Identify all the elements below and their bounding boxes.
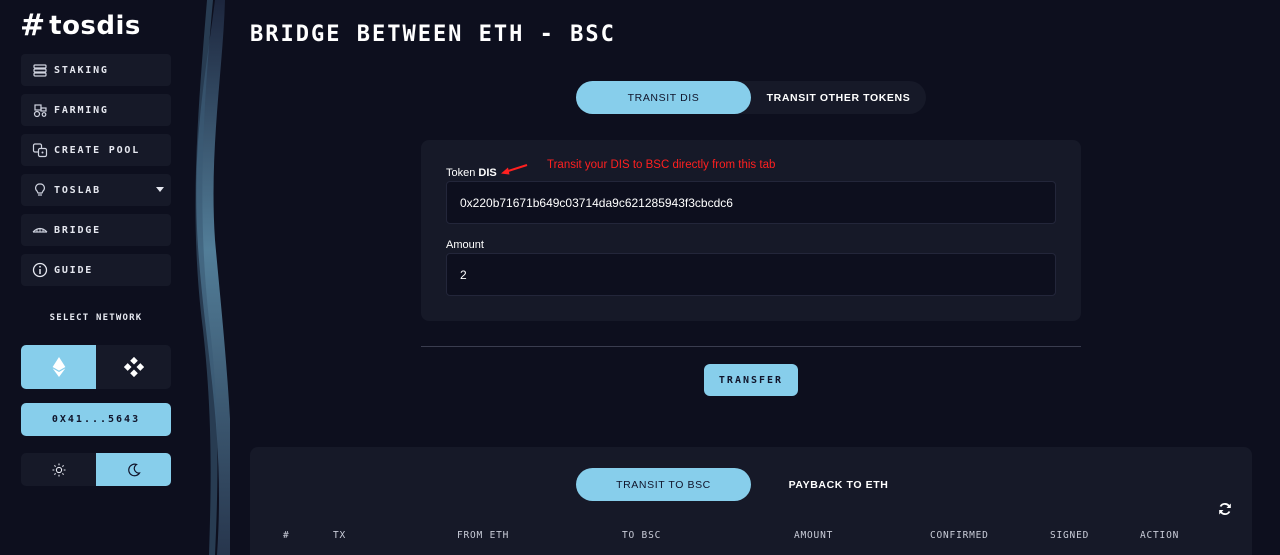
theme-toggle [21, 453, 171, 486]
token-label: Token DIS [446, 167, 497, 179]
chevron-down-icon [156, 187, 164, 192]
info-icon [31, 262, 49, 278]
tab-transit-dis[interactable]: TRANSIT DIS [576, 81, 751, 114]
column-header-confirmed: CONFIRMED [930, 530, 989, 541]
sidebar-item-label: FARMING [54, 104, 109, 116]
bridge-form-card: Token DIS Transit your DIS to BSC direct… [421, 140, 1081, 321]
column-header-amount: AMOUNT [794, 530, 834, 541]
history-tabs: TRANSIT TO BSC PAYBACK TO ETH [576, 468, 926, 501]
sidebar-item-bridge[interactable]: BRIDGE [21, 214, 171, 246]
sidebar-item-label: TOSLAB [54, 184, 101, 196]
sidebar-item-guide[interactable]: GUIDE [21, 254, 171, 286]
dice-icon [31, 142, 49, 158]
transaction-history-card: TRANSIT TO BSC PAYBACK TO ETH # TX FROM … [250, 447, 1252, 555]
column-header-from-eth: FROM ETH [457, 530, 510, 541]
column-header-index: # [283, 530, 290, 541]
sidebar-item-label: GUIDE [54, 264, 94, 276]
coins-icon [31, 62, 49, 78]
sidebar-menu: STAKING FARMING CREATE POOL TOSLAB BRIDG… [21, 54, 171, 294]
bridge-icon [31, 222, 49, 238]
token-label-prefix: Token [446, 167, 479, 179]
binance-icon [123, 357, 144, 377]
amount-label: Amount [446, 239, 484, 251]
network-bsc-button[interactable] [96, 345, 171, 389]
page-title: BRIDGE BETWEEN ETH - BSC [250, 22, 616, 47]
tab-transit-other-tokens[interactable]: TRANSIT OTHER TOKENS [751, 81, 926, 114]
sidebar-item-toslab[interactable]: TOSLAB [21, 174, 171, 206]
sidebar-item-farming[interactable]: FARMING [21, 94, 171, 126]
transfer-button[interactable]: TRANSFER [704, 364, 798, 396]
sidebar-item-create-pool[interactable]: CREATE POOL [21, 134, 171, 166]
token-symbol: DIS [478, 167, 497, 179]
annotation-arrow-icon [501, 164, 528, 175]
lightbulb-icon [31, 182, 49, 198]
divider [421, 346, 1081, 347]
ethereum-icon [52, 357, 65, 377]
moon-icon [127, 463, 141, 476]
logo-hash-icon: # [20, 8, 46, 43]
network-selector [21, 345, 171, 389]
token-address-input[interactable]: 0x220b71671b649c03714da9c621285943f3cbcd… [446, 181, 1056, 224]
column-header-tx: TX [333, 530, 347, 541]
wallet-address-button[interactable]: 0X41...5643 [21, 403, 171, 436]
column-header-signed: SIGNED [1050, 530, 1090, 541]
sidebar-item-label: STAKING [54, 64, 109, 76]
bridge-mode-tabs: TRANSIT DIS TRANSIT OTHER TOKENS [576, 81, 926, 114]
annotation-text: Transit your DIS to BSC directly from th… [547, 159, 776, 171]
amount-input[interactable]: 2 [446, 253, 1056, 296]
decorative-swoosh [195, 0, 230, 555]
select-network-label: SELECT NETWORK [49, 313, 143, 323]
dark-theme-button[interactable] [96, 453, 171, 486]
logo-text: tosdis [49, 11, 141, 41]
tab-transit-to-bsc[interactable]: TRANSIT TO BSC [576, 468, 751, 501]
tab-payback-to-eth[interactable]: PAYBACK TO ETH [751, 468, 926, 501]
tractor-icon [31, 102, 49, 118]
sidebar: # tosdis STAKING FARMING CREATE POOL TOS… [0, 0, 230, 555]
sidebar-item-label: CREATE POOL [54, 144, 141, 156]
tosdis-logo[interactable]: # tosdis [20, 10, 141, 42]
column-header-action: ACTION [1140, 530, 1180, 541]
sidebar-item-staking[interactable]: STAKING [21, 54, 171, 86]
column-header-to-bsc: TO BSC [622, 530, 662, 541]
sidebar-item-label: BRIDGE [54, 224, 101, 236]
refresh-icon[interactable] [1218, 502, 1232, 516]
sun-icon [52, 463, 65, 476]
network-ethereum-button[interactable] [21, 345, 96, 389]
light-theme-button[interactable] [21, 453, 96, 486]
